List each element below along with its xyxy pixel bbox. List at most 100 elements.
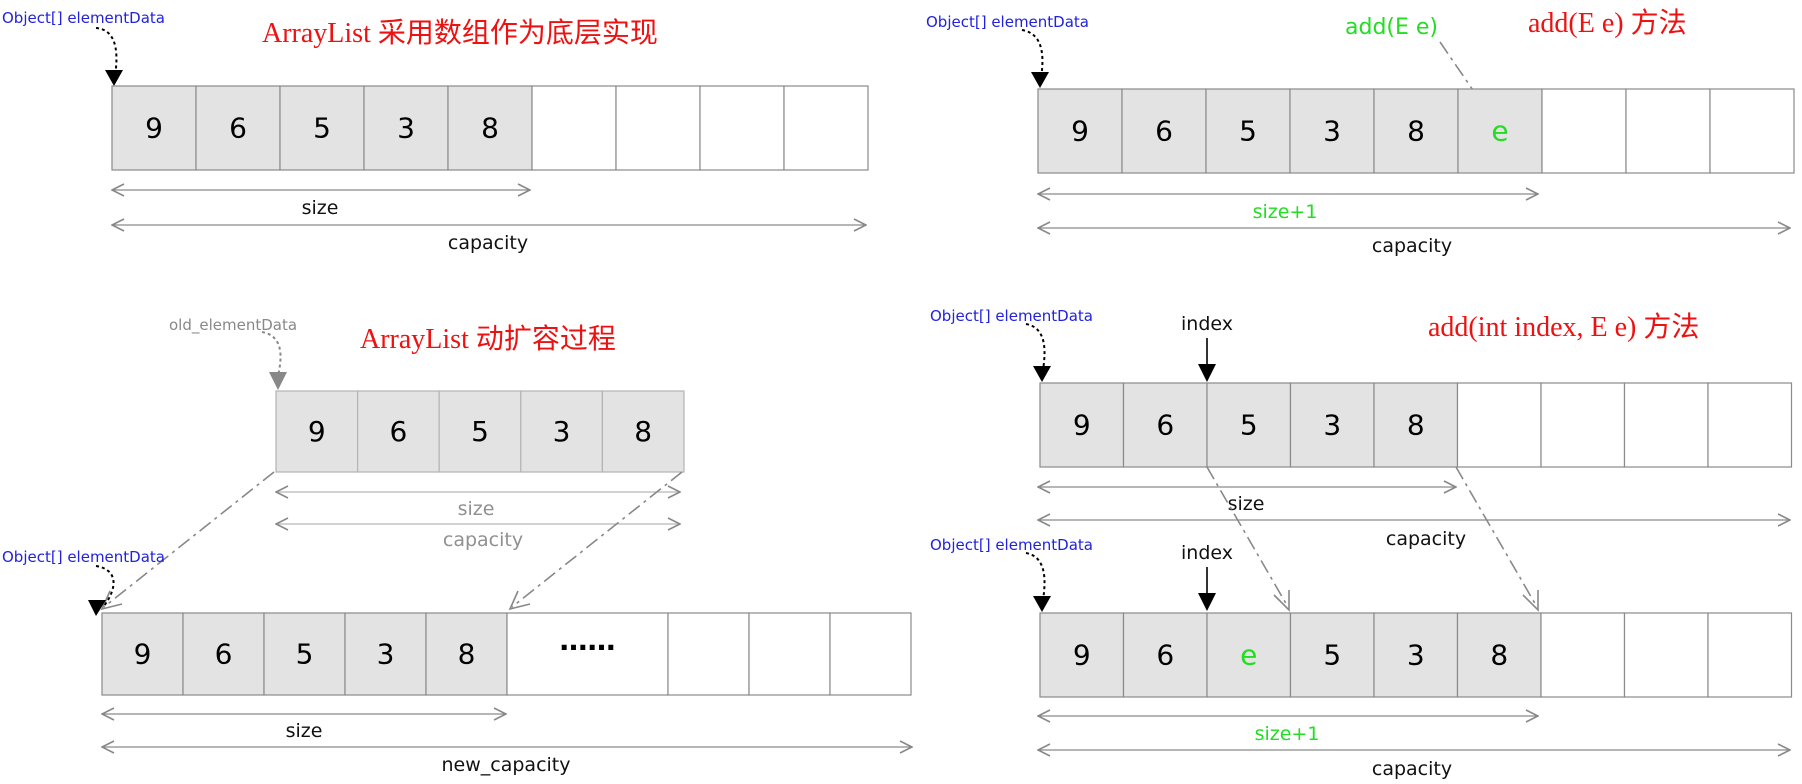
panel-title: add(int index, E e) 方法 — [1428, 311, 1699, 343]
before-index-arrowhead — [1198, 364, 1216, 382]
array-cell — [829, 612, 912, 696]
capacity-label: capacity — [1372, 235, 1452, 257]
before-pointer-arrowhead — [1033, 366, 1051, 382]
cell-value: 5 — [471, 415, 489, 448]
before-index-label: index — [1181, 313, 1233, 335]
cell-value: 8 — [1407, 409, 1425, 442]
cell-value: 8 — [634, 415, 652, 448]
cell-value: 9 — [1071, 115, 1089, 148]
array-cell — [1541, 88, 1627, 174]
array-cells: 9 6 5 3 8 — [111, 85, 869, 171]
old-pointer-arrowhead — [269, 372, 287, 390]
capacity-label: capacity — [448, 232, 528, 254]
cell-value: 9 — [145, 112, 163, 145]
array-cell — [699, 85, 785, 171]
old-pointer-arrow — [261, 331, 282, 377]
pointer-arrowhead — [1031, 72, 1049, 88]
before-capacity-label: capacity — [1386, 528, 1466, 550]
panel-array-basic: ArrayList 采用数组作为底层实现 Object[] elementDat… — [2, 9, 869, 254]
cell-value: 9 — [308, 415, 326, 448]
array-cell — [748, 612, 831, 696]
shift-arrowhead-right — [1522, 590, 1539, 612]
cell-value: 3 — [1323, 115, 1341, 148]
ellipsis-cell-text: …… — [560, 624, 616, 657]
cell-value: 8 — [481, 112, 499, 145]
pointer-label: Object[] elementData — [926, 13, 1089, 31]
cell-value: 5 — [313, 112, 331, 145]
array-cell — [1707, 612, 1793, 698]
cell-value: 8 — [1490, 639, 1508, 672]
panel-title: ArrayList 采用数组作为底层实现 — [262, 17, 658, 49]
add-call-label: add(E e) — [1345, 15, 1438, 40]
cell-value: 6 — [1156, 409, 1174, 442]
array-cell — [615, 85, 701, 171]
after-pointer-label: Object[] elementData — [930, 536, 1093, 554]
shift-arrowhead-left — [1273, 590, 1290, 612]
copy-arrowhead-right — [508, 590, 531, 611]
new-array-cells: 9 6 5 3 8 …… — [101, 612, 912, 696]
copy-arrow-left — [103, 471, 275, 608]
cell-value: 3 — [553, 415, 571, 448]
array-cells: 9 6 5 3 8 e — [1037, 88, 1795, 174]
array-cell — [1623, 612, 1709, 698]
cell-value: 9 — [1073, 639, 1091, 672]
after-index-arrowhead — [1198, 593, 1216, 611]
new-capacity-label: new_capacity — [442, 754, 571, 776]
after-index-label: index — [1181, 542, 1233, 564]
shift-arrow-right — [1455, 466, 1538, 608]
before-size-label: size — [1228, 493, 1265, 515]
panel-add-at-index: add(int index, E e) 方法 Object[] elementD… — [930, 307, 1793, 780]
pointer-label: Object[] elementData — [2, 9, 165, 27]
cell-value: 3 — [377, 638, 395, 671]
panel-title: ArrayList 动扩容过程 — [360, 323, 616, 355]
after-pointer-arrowhead — [1033, 596, 1051, 612]
after-size-label: size+1 — [1255, 723, 1320, 745]
array-cell — [1707, 382, 1793, 468]
array-cell — [667, 612, 750, 696]
cell-value: 5 — [1323, 639, 1341, 672]
panel-resize: ArrayList 动扩容过程 old_elementData 9 6 5 3 8 si… — [2, 316, 912, 776]
cell-value: 3 — [397, 112, 415, 145]
cell-value: 6 — [229, 112, 247, 145]
cell-value: 9 — [134, 638, 152, 671]
cell-value: 8 — [458, 638, 476, 671]
after-array-cells: 9 6 e 5 3 8 — [1039, 612, 1793, 698]
old-array-cells: 9 6 5 3 8 — [275, 390, 685, 473]
cell-value: e — [1491, 115, 1508, 148]
arraylist-diagram: ArrayList 采用数组作为底层实现 Object[] elementDat… — [2, 7, 1795, 780]
cell-value: e — [1240, 639, 1257, 672]
old-pointer-label: old_elementData — [169, 316, 297, 335]
panel-add-method: add(E e) 方法 Object[] elementData add(E e… — [926, 7, 1795, 257]
shift-arrow-left — [1206, 466, 1289, 608]
array-cell — [1540, 382, 1626, 468]
array-cell — [1540, 612, 1626, 698]
panel-title: add(E e) 方法 — [1528, 7, 1687, 39]
cell-value: 8 — [1407, 115, 1425, 148]
size-label: size+1 — [1253, 201, 1318, 223]
cell-value: 6 — [389, 415, 407, 448]
array-cell — [1623, 382, 1709, 468]
cell-value: 9 — [1073, 409, 1091, 442]
array-cell — [1625, 88, 1711, 174]
cell-value: 6 — [215, 638, 233, 671]
old-capacity-label: capacity — [443, 529, 523, 551]
size-label: size — [286, 720, 323, 742]
old-size-label: size — [458, 498, 495, 520]
array-cell — [783, 85, 869, 171]
new-pointer-label: Object[] elementData — [2, 548, 165, 566]
before-pointer-label: Object[] elementData — [930, 307, 1093, 325]
after-capacity-label: capacity — [1372, 758, 1452, 780]
array-cell — [1456, 382, 1542, 468]
array-cell — [531, 85, 617, 171]
array-cell — [1709, 88, 1795, 174]
cell-value: 5 — [1240, 409, 1258, 442]
cell-value: 3 — [1407, 639, 1425, 672]
pointer-arrowhead — [105, 70, 123, 86]
size-label: size — [302, 197, 339, 219]
cell-value: 3 — [1323, 409, 1341, 442]
cell-value: 5 — [1239, 115, 1257, 148]
cell-value: 5 — [296, 638, 314, 671]
cell-value: 6 — [1155, 115, 1173, 148]
before-array-cells: 9 6 5 3 8 — [1039, 382, 1793, 468]
cell-value: 6 — [1156, 639, 1174, 672]
